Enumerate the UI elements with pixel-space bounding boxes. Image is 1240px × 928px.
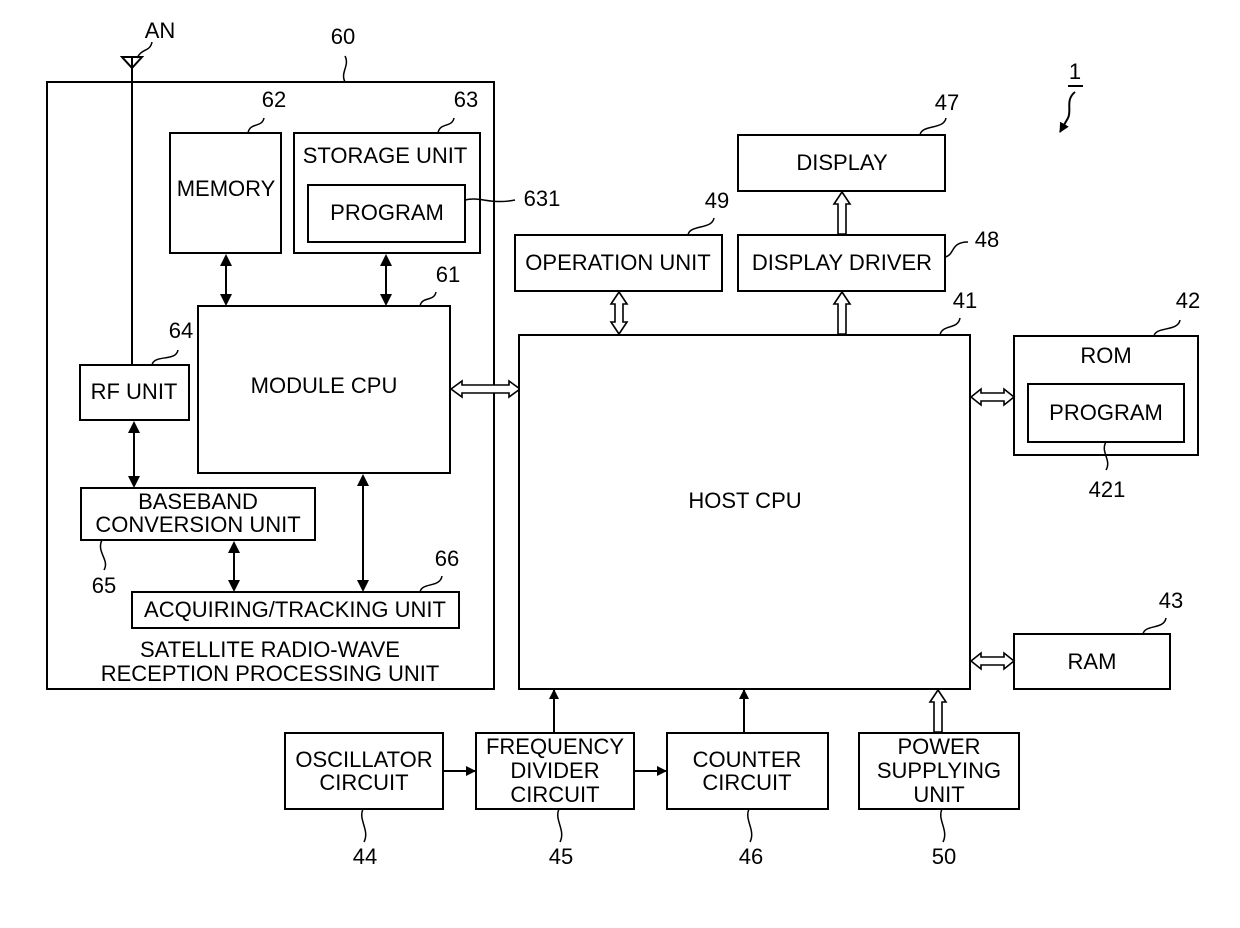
module-caption-line1: SATELLITE RADIO-WAVE xyxy=(140,637,400,662)
bus-power-host xyxy=(928,688,948,733)
ref-60: 60 xyxy=(331,24,355,49)
ref-66: 66 xyxy=(435,546,459,571)
ref-42: 42 xyxy=(1176,288,1200,313)
ref-leader-46 xyxy=(747,808,753,843)
ref-leader-42 xyxy=(1153,319,1181,337)
oscillator-label-line1: OSCILLATOR xyxy=(295,747,432,772)
operation-unit-label: OPERATION UNIT xyxy=(525,250,710,275)
rf-unit-label: RF UNIT xyxy=(91,379,178,404)
power-label-line1: POWER xyxy=(897,734,980,759)
bus-driver-display xyxy=(832,190,852,235)
freq-divider-label-line2: DIVIDER xyxy=(510,758,599,783)
figure-ref-arrow xyxy=(1059,91,1076,133)
ref-50: 50 xyxy=(932,844,956,869)
oscillator-label-line2: CIRCUIT xyxy=(319,770,408,795)
baseband-label-line2: CONVERSION UNIT xyxy=(95,512,300,537)
display-driver-label: DISPLAY DRIVER xyxy=(752,250,932,275)
module-cpu-label: MODULE CPU xyxy=(251,373,398,398)
display-label: DISPLAY xyxy=(796,150,888,175)
antenna-label: AN xyxy=(145,18,176,43)
ref-leader-48 xyxy=(944,241,969,258)
bus-host-display-driver xyxy=(832,290,852,335)
counter-label-line2: CIRCUIT xyxy=(702,770,791,795)
block-diagram: 60 SATELLITE RADIO-WAVE RECEPTION PROCES… xyxy=(46,18,1200,869)
ref-leader-50 xyxy=(940,808,946,843)
module-caption-line2: RECEPTION PROCESSING UNIT xyxy=(101,661,440,686)
counter-label-line1: COUNTER xyxy=(693,747,802,772)
ref-44: 44 xyxy=(353,844,377,869)
acquiring-tracking-label: ACQUIRING/TRACKING UNIT xyxy=(144,597,446,622)
rom-program-label: PROGRAM xyxy=(1049,400,1163,425)
ref-631: 631 xyxy=(524,186,561,211)
storage-unit-label: STORAGE UNIT xyxy=(303,143,468,168)
power-label-line2: SUPPLYING xyxy=(877,758,1001,783)
figure-ref: 1 xyxy=(1069,59,1081,84)
baseband-label-line1: BASEBAND xyxy=(138,489,258,514)
ref-47: 47 xyxy=(935,90,959,115)
ref-leader-41 xyxy=(939,317,961,336)
rom-label: ROM xyxy=(1080,343,1131,368)
freq-divider-label-line3: CIRCUIT xyxy=(510,782,599,807)
ref-62: 62 xyxy=(262,87,286,112)
ref-43: 43 xyxy=(1159,588,1183,613)
ref-leader-an xyxy=(136,41,153,59)
ref-leader-44 xyxy=(361,808,367,843)
ref-48: 48 xyxy=(975,227,999,252)
ref-leader-45 xyxy=(557,808,563,843)
ref-61: 61 xyxy=(436,262,460,287)
bus-host-ram xyxy=(969,651,1016,671)
ref-41: 41 xyxy=(953,288,977,313)
bus-host-rom xyxy=(969,387,1016,407)
ref-49: 49 xyxy=(705,188,729,213)
host-cpu-label: HOST CPU xyxy=(688,488,801,513)
ref-64: 64 xyxy=(169,318,193,343)
ref-leader-49 xyxy=(687,217,715,236)
ref-leader-47 xyxy=(919,117,947,136)
ref-46: 46 xyxy=(739,844,763,869)
ref-421: 421 xyxy=(1089,477,1126,502)
ref-leader-60 xyxy=(342,55,348,83)
power-label-line3: UNIT xyxy=(913,782,964,807)
ref-63: 63 xyxy=(454,87,478,112)
ref-leader-43 xyxy=(1142,617,1167,635)
freq-divider-label-line1: FREQUENCY xyxy=(486,734,624,759)
bus-operation-host xyxy=(609,290,629,336)
ref-65: 65 xyxy=(92,573,116,598)
ref-45: 45 xyxy=(549,844,573,869)
memory-label: MEMORY xyxy=(177,176,276,201)
ram-label: RAM xyxy=(1068,649,1117,674)
storage-program-label: PROGRAM xyxy=(330,200,444,225)
